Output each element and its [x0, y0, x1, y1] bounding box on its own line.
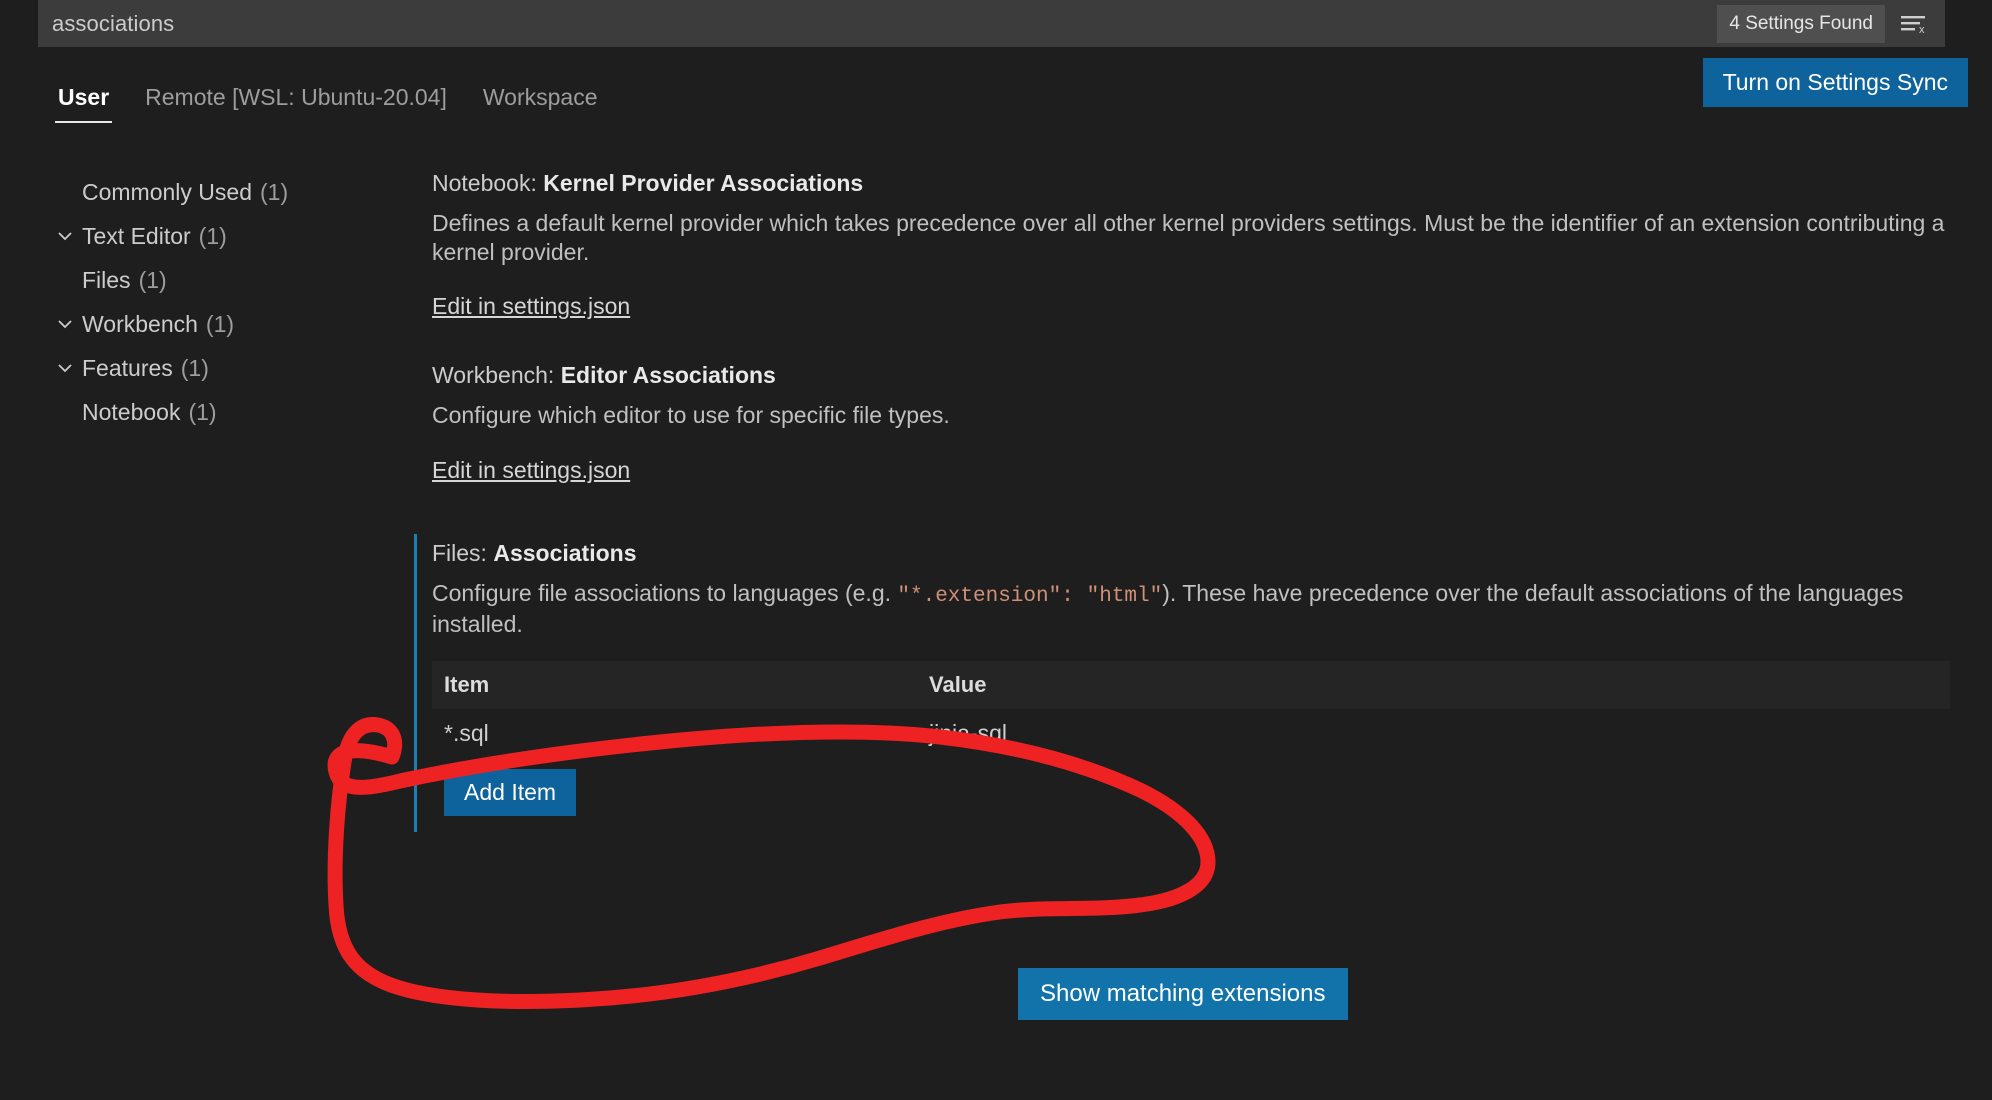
setting-name: Kernel Provider Associations [543, 170, 863, 196]
turn-on-settings-sync-button[interactable]: Turn on Settings Sync [1703, 58, 1968, 107]
setting-title: Notebook: Kernel Provider Associations [432, 170, 1948, 197]
svg-text:x: x [1919, 24, 1925, 36]
code-html-value: "html" [1087, 585, 1163, 608]
edit-in-settings-json-link[interactable]: Edit in settings.json [432, 293, 630, 320]
setting-files-associations: Files: Associations Configure file assoc… [0, 534, 1992, 833]
setting-category: Workbench: [432, 362, 561, 388]
search-bar: 4 Settings Found x [38, 0, 1945, 47]
search-input[interactable] [38, 0, 1717, 47]
table-cell-value: jinja-sql [929, 720, 1950, 747]
setting-category: Files: [432, 540, 493, 566]
setting-workbench-editor-associations: Workbench: Editor Associations Configure… [0, 362, 1992, 483]
setting-category: Notebook: [432, 170, 543, 196]
settings-editor: 4 Settings Found x User Remote [WSL: Ubu… [0, 0, 1992, 1100]
results-count-badge: 4 Settings Found [1717, 5, 1885, 43]
clear-filter-icon[interactable]: x [1891, 4, 1937, 44]
associations-table: Item Value *.sql jinja-sql [432, 661, 1950, 757]
setting-notebook-kernel-provider-associations: Notebook: Kernel Provider Associations D… [0, 170, 1992, 320]
tab-user[interactable]: User [40, 84, 127, 123]
tab-remote[interactable]: Remote [WSL: Ubuntu-20.04] [127, 84, 465, 123]
setting-description: Configure file associations to languages… [432, 579, 1948, 640]
settings-header: 4 Settings Found x [0, 0, 1992, 48]
setting-title: Files: Associations [432, 540, 1948, 567]
edit-in-settings-json-link[interactable]: Edit in settings.json [432, 457, 630, 484]
setting-name: Editor Associations [561, 362, 776, 388]
table-header-value: Value [929, 672, 1950, 698]
tab-workspace[interactable]: Workspace [465, 84, 616, 123]
setting-description: Configure which editor to use for specif… [432, 401, 1948, 430]
show-matching-extensions-button[interactable]: Show matching extensions [1018, 968, 1348, 1020]
code-extension-key: "*.extension": [897, 585, 1073, 608]
setting-name: Associations [493, 540, 636, 566]
table-row[interactable]: *.sql jinja-sql [432, 709, 1950, 757]
settings-body: Notebook: Kernel Provider Associations D… [0, 170, 1992, 832]
settings-tabs: User Remote [WSL: Ubuntu-20.04] Workspac… [40, 84, 616, 123]
setting-description-part1: Configure file associations to languages… [432, 580, 897, 606]
table-cell-item: *.sql [444, 720, 929, 747]
setting-description: Defines a default kernel provider which … [432, 209, 1948, 267]
settings-tabs-row: User Remote [WSL: Ubuntu-20.04] Workspac… [0, 48, 1992, 130]
add-item-button[interactable]: Add Item [444, 769, 576, 816]
table-header-item: Item [444, 672, 929, 698]
setting-title: Workbench: Editor Associations [432, 362, 1948, 389]
table-header-row: Item Value [432, 661, 1950, 709]
